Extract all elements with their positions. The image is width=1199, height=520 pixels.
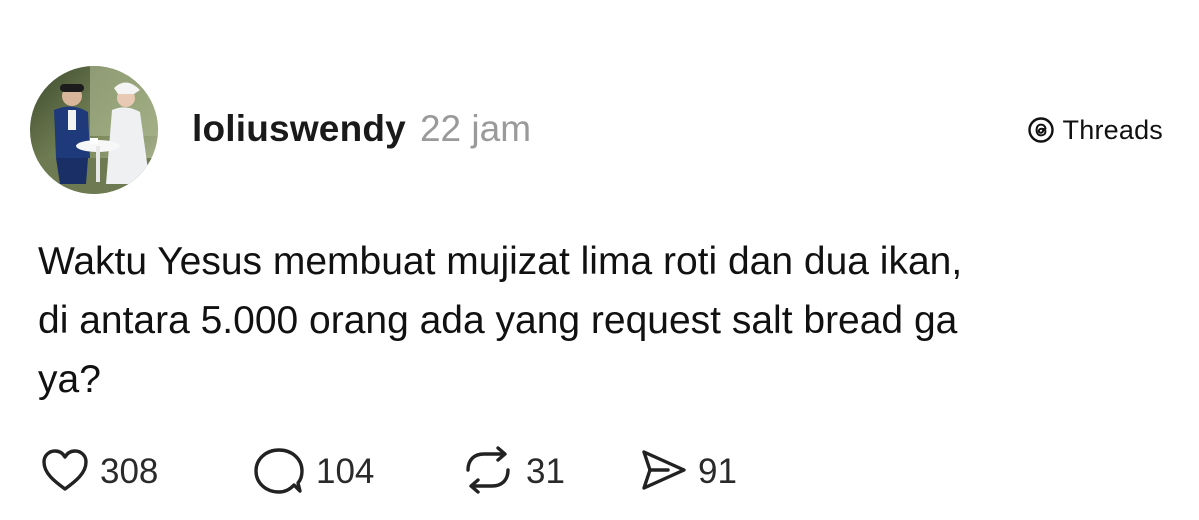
send-icon [638,447,688,498]
threads-logo-icon [1027,116,1055,144]
threads-post: loliuswendy 22 jam Threads Waktu Yesus m… [0,0,1199,520]
reply-count: 104 [316,452,375,491]
share-button[interactable]: 91 [638,447,768,498]
threads-label: Threads [1062,114,1163,145]
post-time: 22 jam [419,108,532,149]
profile-photo [30,66,158,194]
heart-icon [40,447,90,498]
share-count: 91 [698,452,737,491]
repost-icon [460,445,516,499]
post-text-line: di antara 5.000 orang ada yang request s… [38,299,958,342]
post-text-line: ya? [38,358,101,401]
username[interactable]: loliuswendy [192,108,406,150]
like-count: 308 [100,452,159,491]
repost-button[interactable]: 31 [460,445,638,499]
post-text-line: Waktu Yesus membuat mujizat lima roti da… [38,240,963,283]
post-text: Waktu Yesus membuat mujizat lima roti da… [38,232,1158,409]
repost-count: 31 [526,452,565,491]
post-actions: 308 104 31 91 [40,444,768,500]
comment-icon [252,445,306,500]
threads-brand: Threads [1027,112,1163,148]
avatar[interactable] [30,66,158,194]
reply-button[interactable]: 104 [252,445,460,500]
post-header: loliuswendy 22 jam [192,108,531,156]
like-button[interactable]: 308 [40,447,252,498]
